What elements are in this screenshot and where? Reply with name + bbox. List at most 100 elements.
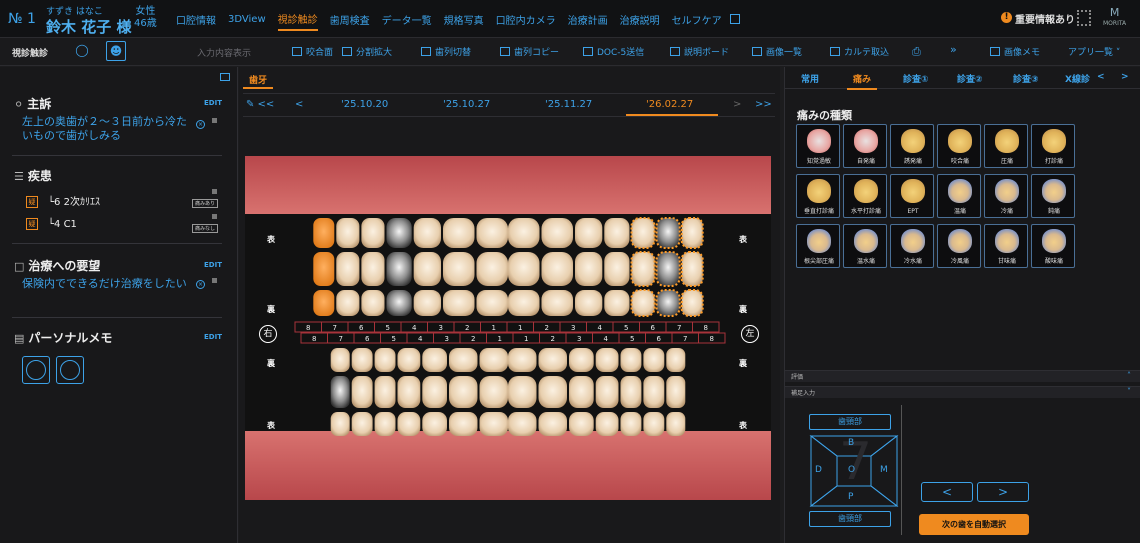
right-side-button[interactable]: 右 (259, 325, 277, 343)
upper-tooth[interactable] (508, 218, 540, 248)
lower-tooth[interactable] (422, 412, 447, 436)
drag-handle[interactable] (212, 214, 217, 219)
lower-tooth[interactable] (479, 376, 509, 408)
upper-tooth[interactable] (361, 252, 385, 286)
search-person-icon[interactable]: ◯ (72, 41, 92, 61)
eval-bar[interactable]: 評価 ˄ (785, 370, 1140, 382)
lower-tooth[interactable] (620, 376, 642, 408)
upper-tooth[interactable] (541, 252, 574, 286)
upper-tooth[interactable] (361, 218, 385, 248)
disease-item[interactable]: 疑 └6 2次ｶﾘｴｽ (26, 193, 100, 208)
lower-tooth[interactable] (538, 376, 568, 408)
doc5-send-button[interactable]: DOC-5送信 (583, 45, 644, 58)
lower-tooth[interactable] (351, 348, 373, 372)
tab-photos[interactable]: 規格写真 (444, 9, 484, 30)
pain-type-button[interactable]: 根尖部圧痛 (796, 224, 840, 268)
qr-code-icon[interactable] (1077, 10, 1091, 26)
chart-import-button[interactable]: カルテ取込 (830, 45, 889, 58)
lower-tooth[interactable] (620, 412, 642, 436)
cervical-top-button[interactable]: 歯頸部 (809, 414, 891, 430)
upper-tooth[interactable] (541, 218, 574, 248)
patient-name[interactable]: 鈴木 花子 様 (46, 16, 131, 37)
external-link-icon[interactable] (729, 14, 740, 24)
lower-tooth[interactable] (449, 348, 478, 372)
cervical-bottom-button[interactable]: 歯頸部 (809, 511, 891, 527)
occlusal-button[interactable]: 咬合面 (292, 45, 333, 58)
upper-tooth[interactable] (443, 290, 475, 316)
lower-tooth[interactable] (595, 348, 619, 372)
pain-type-button[interactable]: EPT (890, 174, 934, 218)
date-3[interactable]: '25.11.27 (545, 99, 592, 110)
pain-tag[interactable]: 痛みなし (192, 224, 219, 233)
tab-treatment-plan[interactable]: 治療計画 (568, 9, 608, 30)
lower-tooth[interactable] (595, 376, 619, 408)
left-side-button[interactable]: 左 (741, 325, 759, 343)
pain-type-button[interactable]: 冷風痛 (937, 224, 981, 268)
lower-tooth[interactable] (643, 412, 665, 436)
lower-tooth[interactable] (351, 376, 373, 408)
tab-next-icon[interactable]: > (1121, 72, 1129, 82)
pain-type-button[interactable]: 温水痛 (843, 224, 887, 268)
lower-tooth[interactable] (508, 376, 537, 408)
date-2[interactable]: '25.10.27 (443, 99, 490, 110)
upper-tooth[interactable] (630, 217, 656, 249)
alert-icon[interactable]: ! (1001, 12, 1012, 23)
pen-icon[interactable]: ✎ << (246, 99, 274, 110)
upper-tooth[interactable] (443, 252, 475, 286)
upper-tooth[interactable] (413, 290, 441, 316)
upper-tooth[interactable] (386, 290, 412, 316)
upper-tooth[interactable] (604, 290, 630, 316)
lower-tooth[interactable] (666, 376, 686, 408)
print-icon[interactable]: ⎙ (912, 45, 921, 59)
pain-type-button[interactable]: 咬合痛 (937, 124, 981, 168)
tab-exam-3[interactable]: 診査③ (1013, 72, 1039, 85)
split-zoom-button[interactable]: 分割拡大 (342, 45, 392, 58)
lower-tooth[interactable] (397, 412, 421, 436)
lower-tooth[interactable] (397, 348, 421, 372)
lower-tooth[interactable] (569, 348, 594, 372)
lower-tooth[interactable] (479, 412, 509, 436)
pain-type-button[interactable]: 誘発痛 (890, 124, 934, 168)
clock-icon[interactable] (56, 356, 84, 384)
tab-common[interactable]: 常用 (801, 72, 819, 85)
lower-tooth[interactable] (449, 376, 478, 408)
pain-type-button[interactable]: 冷水痛 (890, 224, 934, 268)
app-list-button[interactable]: アプリ一覧 ˅ (1068, 45, 1120, 58)
upper-tooth[interactable] (336, 252, 360, 286)
upper-tooth[interactable] (575, 218, 603, 248)
tab-teeth[interactable]: 歯牙 (243, 72, 274, 89)
upper-tooth[interactable] (386, 218, 412, 248)
pain-type-button[interactable]: 知覚過敏 (796, 124, 840, 168)
upper-tooth[interactable] (680, 289, 704, 317)
tab-pain[interactable]: 痛み (847, 72, 878, 90)
image-list-button[interactable]: 画像一覧 (752, 45, 802, 58)
upper-tooth[interactable] (508, 252, 540, 286)
upper-tooth[interactable] (655, 289, 681, 317)
pain-type-button[interactable]: 鈍痛 (1031, 174, 1075, 218)
upper-tooth[interactable] (604, 252, 630, 286)
pain-type-button[interactable]: 自発痛 (843, 124, 887, 168)
upper-tooth[interactable] (443, 218, 475, 248)
tab-treatment-explain[interactable]: 治療説明 (620, 9, 660, 30)
tab-oral-info[interactable]: 口腔情報 (176, 9, 216, 30)
upper-tooth[interactable] (413, 252, 441, 286)
tab-exam-2[interactable]: 診査② (957, 72, 983, 85)
lower-tooth[interactable] (374, 376, 396, 408)
disease-item[interactable]: 疑 └4 C1 (26, 218, 77, 230)
prev-date-icon[interactable]: < (295, 99, 303, 110)
request-edit-link[interactable]: EDIT (204, 261, 222, 269)
dentition-copy-button[interactable]: 歯列コピー (500, 45, 559, 58)
lower-tooth[interactable] (643, 376, 665, 408)
upper-tooth[interactable] (361, 290, 385, 316)
yen-icon[interactable] (22, 356, 50, 384)
pain-type-button[interactable]: 冷痛 (984, 174, 1028, 218)
dentition-switch-button[interactable]: 歯列切替 (421, 45, 471, 58)
lower-tooth[interactable] (422, 376, 447, 408)
pain-type-button[interactable]: 酸味痛 (1031, 224, 1075, 268)
upper-tooth[interactable] (655, 251, 681, 287)
lower-tooth[interactable] (538, 412, 568, 436)
prev-tooth-button[interactable]: < (921, 482, 973, 502)
lower-tooth[interactable] (569, 412, 594, 436)
close-icon[interactable]: × (196, 120, 205, 129)
lower-tooth[interactable] (666, 348, 686, 372)
